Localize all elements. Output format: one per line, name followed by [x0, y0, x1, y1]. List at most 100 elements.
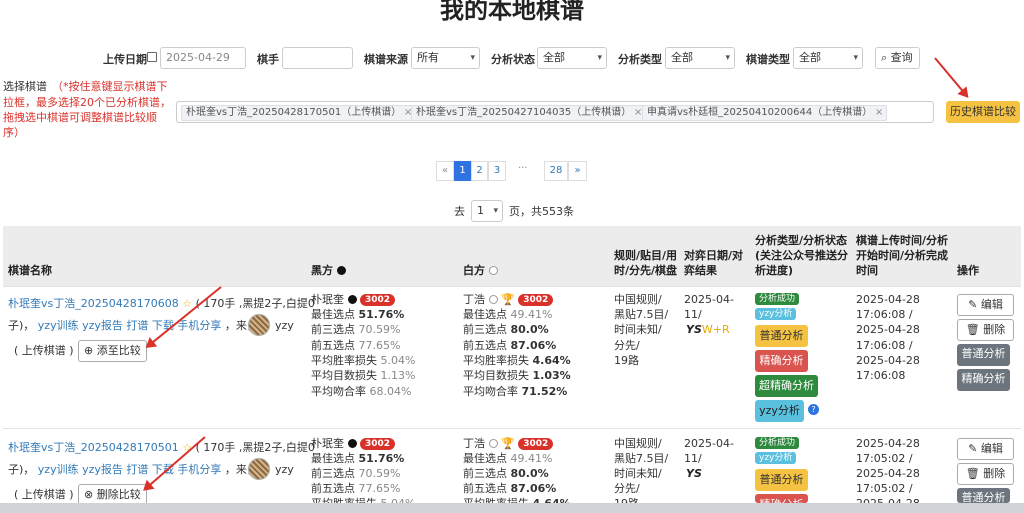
calendar-icon[interactable] [147, 52, 157, 62]
selected-game-tag[interactable]: 朴珉奎vs丁浩_20250428170501（上传棋谱） × [181, 105, 417, 121]
rank-badge: 3002 [360, 438, 396, 450]
status-badge: yzy分析 [755, 452, 797, 464]
trash-icon: 🗑 [965, 467, 980, 480]
game-name-link[interactable]: 朴珉奎vs丁浩_20250428170608 [8, 297, 179, 310]
rank-badge: 3002 [518, 294, 554, 306]
normal-analysis-button[interactable]: 普通分析 [755, 325, 808, 347]
pagination-ellipsis: ··· [518, 163, 528, 174]
black-stat: 平均胜率损失 5.04% [311, 354, 416, 367]
time-text: 17:06:08 [856, 369, 906, 382]
black-stat: 前三选点 70.59% [311, 467, 401, 480]
close-icon[interactable]: × [875, 106, 883, 120]
chevron-down-icon: ▾ [725, 53, 730, 63]
close-icon[interactable]: × [634, 106, 642, 120]
time-text: 17:05:02 / [856, 482, 913, 495]
black-stat: 前五选点 77.65% [311, 339, 401, 352]
pagination-page-last[interactable]: 28 [544, 161, 568, 181]
row-divider [3, 286, 1021, 287]
chevron-down-icon: ▾ [493, 206, 498, 216]
history-compare-button[interactable]: 历史棋谱比较 [946, 101, 1020, 123]
os-dock [0, 503, 1024, 513]
selected-game-tag[interactable]: 申真谞vs朴廷桓_20250410200644（上传棋谱） × [642, 105, 888, 121]
star-icon[interactable]: ☆ [182, 297, 192, 310]
header-date-2: 弈结果 [684, 264, 717, 277]
white-stat: 最佳选点 49.41% [463, 308, 553, 321]
header-analysis-3: 析进度) [755, 264, 794, 277]
help-icon[interactable]: ? [808, 404, 819, 415]
goto-suffix: 页，共553条 [509, 205, 574, 218]
header-times-1: 棋谱上传时间/分析 [856, 234, 949, 247]
analysis-type-label: 分析类型 [618, 53, 662, 66]
white-stat: 平均目数损失 1.03% [463, 369, 571, 382]
selected-game-tag[interactable]: 朴珉奎vs丁浩_20250427104035（上传棋谱） × [411, 105, 647, 121]
header-date-1: 对弈日期/对 [684, 249, 744, 262]
game-select-box[interactable]: 朴珉奎vs丁浩_20250428170501（上传棋谱） × 朴珉奎vs丁浩_20… [176, 101, 934, 123]
pagination-page-2[interactable]: 2 [471, 161, 488, 181]
add-compare-button[interactable]: ⊕ 添至比较 [78, 340, 147, 362]
result: YS [686, 466, 702, 481]
status-select[interactable]: 全部 ▾ [537, 47, 607, 69]
goto-page-select[interactable]: 1 ▾ [471, 200, 503, 222]
player-input[interactable] [282, 47, 353, 69]
delete-button[interactable]: 🗑 删除 [957, 463, 1014, 485]
pagination-prev[interactable]: « [436, 161, 454, 181]
precise-analysis-button[interactable]: 精确分析 [755, 350, 808, 372]
source-label: 棋谱来源 [364, 53, 408, 66]
header-times-3: 时间 [856, 264, 878, 277]
time-text: 2025-04-28 [856, 437, 920, 450]
black-player: 朴珉奎 3002 [311, 436, 396, 451]
time-text: 2025-04-28 [856, 467, 920, 480]
rules-text: 19路 [614, 354, 639, 367]
close-circle-icon: ⊗ [84, 488, 94, 501]
yzy-analysis-button[interactable]: yzy分析 [755, 400, 804, 422]
rules-text: 分先/ [614, 482, 640, 495]
time-text: 17:05:02 / [856, 452, 913, 465]
row-action-links[interactable]: yzy训练 yzy报告 打谱 下载 手机分享 [38, 463, 222, 476]
super-precise-analysis-button[interactable]: 超精确分析 [755, 375, 818, 397]
row-meta-line: 子)， yzy训练 yzy报告 打谱 下载 手机分享 ，来自 [8, 463, 258, 476]
precise-analysis-button[interactable]: 精确分析 [755, 494, 808, 503]
uploader-name: yzy [275, 319, 294, 332]
op-normal-analysis-button[interactable]: 普通分析 [957, 488, 1010, 503]
game-date: 2025-04- [684, 437, 734, 450]
status-badge: yzy分析 [755, 308, 797, 320]
edit-button[interactable]: ✎ 编辑 [957, 294, 1014, 316]
time-text: 17:06:08 / [856, 308, 913, 321]
white-stone-icon [488, 295, 498, 304]
pagination-next[interactable]: » [568, 161, 587, 181]
trophy-icon: 🏆 [501, 437, 515, 450]
pagination-page-1[interactable]: 1 [454, 161, 471, 181]
black-stone-icon [347, 439, 357, 448]
game-name-link[interactable]: 朴珉奎vs丁浩_20250428170501 [8, 441, 179, 454]
analysis-type-select[interactable]: 全部 ▾ [665, 47, 735, 69]
header-rules-2: 时/分先/棋盘 [614, 264, 678, 277]
game-type-select[interactable]: 全部 ▾ [793, 47, 863, 69]
op-normal-analysis-button[interactable]: 普通分析 [957, 344, 1010, 366]
rank-badge: 3002 [360, 294, 396, 306]
header-name: 棋谱名称 [8, 264, 52, 277]
query-button[interactable]: ⌕ 查询 [875, 47, 920, 69]
op-precise-analysis-button[interactable]: 精确分析 [957, 369, 1010, 391]
normal-analysis-button[interactable]: 普通分析 [755, 469, 808, 491]
select-games-label: 选择棋谱 [3, 80, 47, 93]
rules-text: 分先/ [614, 339, 640, 352]
trophy-icon: 🏆 [501, 293, 515, 306]
rules-text: 黑贴7.5目/ [614, 308, 669, 321]
pencil-icon: ✎ [968, 298, 978, 311]
delete-button[interactable]: 🗑 删除 [957, 319, 1014, 341]
header-times-2: 开始时间/分析完成 [856, 249, 949, 262]
source-select[interactable]: 所有 ▾ [411, 47, 480, 69]
time-text: 2025-04-28 [856, 293, 920, 306]
edit-button[interactable]: ✎ 编辑 [957, 438, 1014, 460]
search-icon: ⌕ [881, 51, 888, 64]
upload-date-input[interactable]: 2025-04-29 [160, 47, 246, 69]
row-action-links[interactable]: yzy训练 yzy报告 打谱 下载 手机分享 [38, 319, 222, 332]
rules-text: 中国规则/ [614, 437, 662, 450]
time-text: 17:06:08 / [856, 339, 913, 352]
pencil-icon: ✎ [968, 442, 978, 455]
select-games-hint-1: （*按住意键显示棋谱下 [52, 80, 168, 93]
pagination-page-3[interactable]: 3 [488, 161, 506, 181]
white-player: 丁浩 🏆 3002 [463, 436, 554, 451]
plus-circle-icon: ⊕ [84, 344, 94, 357]
black-stat: 最佳选点 51.76% [311, 308, 405, 321]
